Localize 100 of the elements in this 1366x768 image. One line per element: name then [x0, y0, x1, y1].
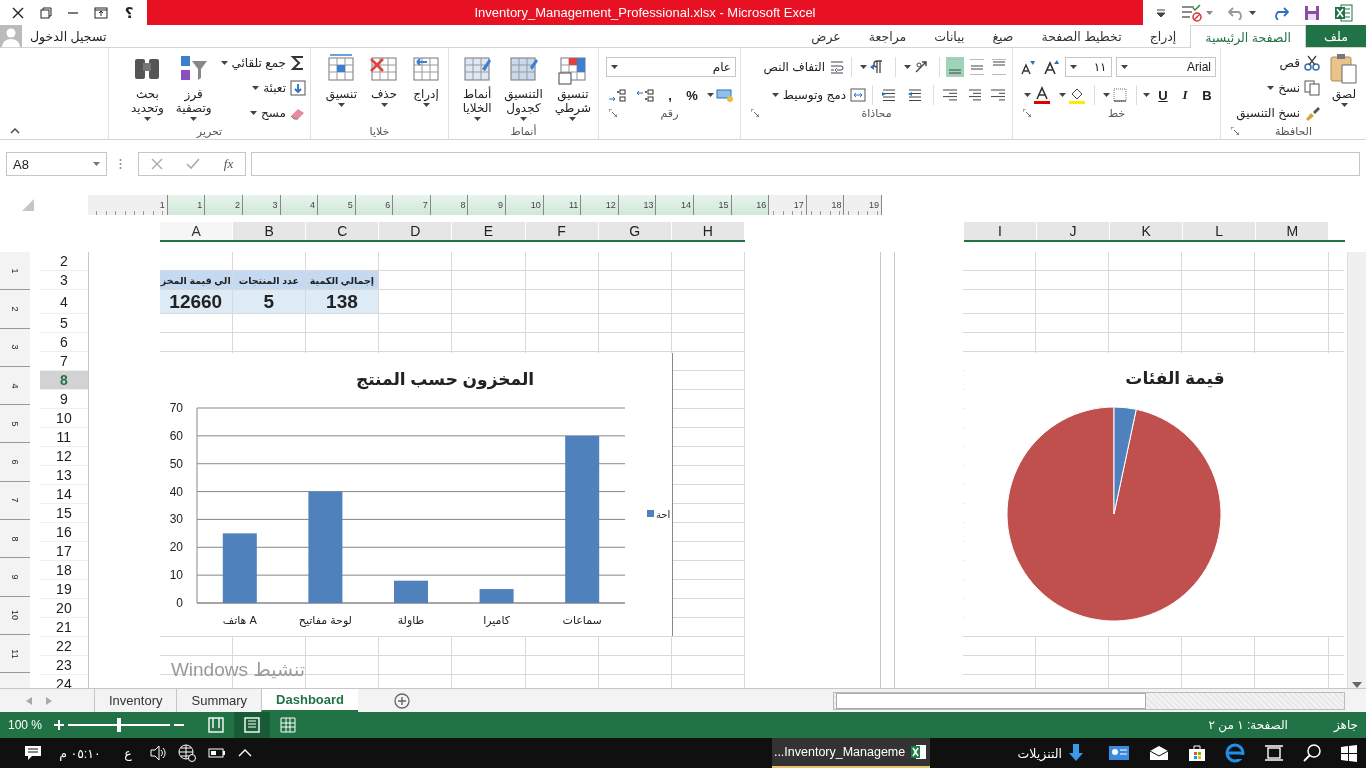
sign-in-link[interactable]: تسجيل الدخول — [30, 28, 107, 44]
row-header[interactable]: 12 — [39, 447, 88, 466]
row-header[interactable]: 9 — [39, 390, 88, 409]
zoom-in-icon[interactable] — [54, 720, 64, 730]
dialog-launcher-icon[interactable] — [751, 109, 759, 117]
windows-start-icon[interactable] — [1340, 744, 1358, 762]
column-header[interactable]: E — [452, 222, 526, 240]
ribbon-button[interactable]: نسخ التنسيق — [1236, 103, 1320, 123]
view-button[interactable] — [234, 712, 270, 738]
row-header[interactable]: 3 — [39, 271, 88, 290]
language-indicator[interactable]: ع — [118, 745, 138, 761]
row-header[interactable]: 4 — [39, 290, 88, 314]
row-header[interactable]: 21 — [39, 618, 88, 637]
battery-icon[interactable] — [208, 747, 226, 759]
column-header[interactable]: I — [963, 222, 1037, 240]
name-box[interactable]: A8 — [6, 152, 107, 176]
row-header[interactable]: 8 — [39, 371, 88, 390]
wrap-text-button[interactable]: التفاف النص — [763, 57, 845, 77]
vertical-scrollbar[interactable] — [1347, 252, 1366, 688]
ribbon-button[interactable]: قص — [1236, 53, 1320, 73]
ribbon-button[interactable]: جمع تلقائي — [220, 53, 306, 73]
ribbon-button[interactable]: أنماط الخلايا — [459, 51, 496, 123]
ribbon-tab[interactable]: مراجعة — [854, 25, 921, 47]
horizontal-scrollbar[interactable] — [833, 691, 1345, 710]
ribbon-button[interactable]: نسخ — [1236, 78, 1320, 98]
number-style-button[interactable]: , — [661, 85, 679, 105]
number-format-field[interactable]: عام — [606, 57, 736, 77]
column-header[interactable]: F — [525, 222, 599, 240]
dialog-launcher-icon[interactable] — [609, 109, 617, 117]
new-sheet-button[interactable] — [394, 692, 410, 709]
ribbon-button[interactable]: تعبئة — [220, 78, 306, 98]
ribbon-tab[interactable]: صيغ — [978, 25, 1028, 47]
text-style-button[interactable]: B — [1198, 85, 1216, 105]
ribbon-button[interactable]: تنسيق شرطي — [551, 51, 594, 123]
number-style-button[interactable]: % — [683, 85, 701, 105]
row-header[interactable]: 16 — [39, 523, 88, 542]
row-header[interactable]: 6 — [39, 333, 88, 352]
dialog-launcher-icon[interactable] — [1023, 109, 1031, 117]
row-header[interactable]: 23 — [39, 656, 88, 675]
column-header[interactable]: B — [233, 222, 307, 240]
sheet-tab[interactable]: Dashboard — [261, 689, 358, 712]
row-header[interactable]: 19 — [39, 580, 88, 599]
row-header[interactable]: 20 — [39, 599, 88, 618]
column-header[interactable]: G — [598, 222, 672, 240]
row-header[interactable]: 10 — [39, 409, 88, 428]
merge-center-button[interactable]: دمج وتوسيط — [771, 85, 866, 105]
ribbon-button[interactable]: مسح — [220, 103, 306, 123]
ribbon-button[interactable]: التنسيق كجدول — [501, 51, 546, 123]
notification-icon[interactable] — [24, 745, 42, 761]
text-style-button[interactable]: U — [1154, 85, 1172, 105]
shopping-bag-icon[interactable] — [1188, 744, 1206, 762]
row-header[interactable]: 17 — [39, 542, 88, 561]
speaker-icon[interactable] — [150, 745, 166, 761]
row-header[interactable]: 13 — [39, 466, 88, 485]
column-header[interactable]: A — [160, 222, 234, 240]
collapse-ribbon-icon[interactable] — [10, 128, 20, 134]
row-header[interactable]: 5 — [39, 314, 88, 333]
insert-function-button[interactable]: fx — [223, 156, 234, 172]
row-header[interactable]: 14 — [39, 485, 88, 504]
help-button[interactable]: ؟ — [117, 1, 142, 24]
ribbon-button[interactable]: حذف — [366, 51, 402, 109]
font-size-field[interactable]: ١١ — [1065, 57, 1112, 77]
row-header[interactable]: 22 — [39, 637, 88, 656]
ribbon-button[interactable]: فرز وتصفية — [172, 51, 215, 123]
task-view-icon[interactable] — [1264, 744, 1284, 762]
column-header[interactable]: J — [1037, 222, 1111, 240]
ribbon-tab[interactable]: تخطيط الصفحة — [1027, 25, 1136, 47]
ribbon-button[interactable]: إدراج — [408, 51, 444, 109]
row-header[interactable]: 18 — [39, 561, 88, 580]
ribbon-button[interactable]: بحث وتحديد — [128, 51, 167, 123]
ribbon-tab[interactable]: بيانات — [920, 25, 979, 47]
font-name-field[interactable]: Arial — [1115, 57, 1216, 77]
browser-e-icon[interactable] — [1225, 743, 1245, 763]
ribbon-button[interactable]: لصق — [1326, 51, 1362, 109]
column-header[interactable]: H — [671, 222, 745, 240]
vertical-align-button[interactable] — [968, 57, 986, 77]
taskbar-app-button[interactable]: Inventory_Manageme... — [771, 738, 930, 768]
downloads-button[interactable]: التنزيلات — [1017, 744, 1084, 762]
chevron-up-icon[interactable] — [238, 749, 252, 757]
dialog-launcher-icon[interactable] — [1231, 127, 1239, 135]
ribbon-tab[interactable]: ملف — [1306, 25, 1366, 47]
ribbon-tab[interactable]: الصفحة الرئيسية — [1190, 25, 1306, 48]
font-color-button[interactable] — [1022, 85, 1053, 105]
zoom-level[interactable]: 100 % — [8, 718, 54, 732]
ribbon-button[interactable]: تنسيق — [322, 51, 360, 109]
column-header[interactable]: L — [1183, 222, 1257, 240]
mail-icon[interactable] — [1149, 745, 1169, 761]
column-header[interactable]: K — [1110, 222, 1184, 240]
formula-field[interactable] — [251, 152, 1360, 176]
ribbon-tab[interactable]: إدراج — [1135, 25, 1191, 47]
touch-mode-button[interactable] — [1181, 1, 1214, 24]
row-header[interactable]: 11 — [39, 428, 88, 447]
column-header[interactable]: D — [379, 222, 453, 240]
column-header[interactable]: M — [1256, 222, 1330, 240]
text-style-button[interactable]: I — [1176, 85, 1194, 105]
search-icon[interactable] — [1303, 744, 1321, 762]
row-header[interactable]: 15 — [39, 504, 88, 523]
vertical-align-button[interactable] — [990, 57, 1008, 77]
column-header[interactable]: C — [306, 222, 380, 240]
borders-button[interactable] — [1101, 85, 1130, 105]
